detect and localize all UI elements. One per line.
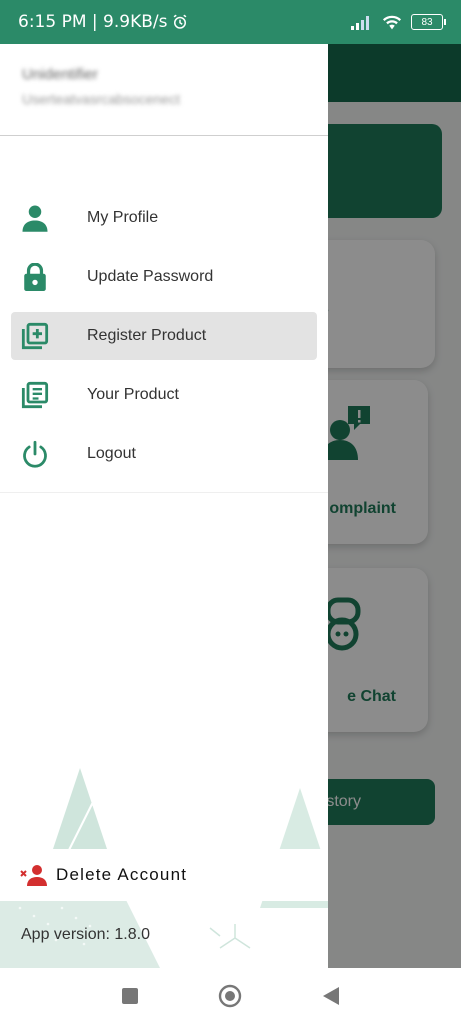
signal-icon <box>351 16 369 30</box>
back-triangle-icon <box>322 987 339 1005</box>
square-icon <box>122 988 139 1004</box>
status-bar: 6:15 PM | 9.9KB/s 83 <box>0 0 461 44</box>
alarm-icon <box>174 14 187 29</box>
delete-user-icon <box>20 865 47 886</box>
battery-level: 83 <box>421 16 433 28</box>
menu-item-my-profile[interactable]: My Profile <box>11 194 317 242</box>
menu-label: Your Product <box>87 386 179 403</box>
user-name: Unidentifier <box>22 66 98 83</box>
library-books-icon <box>11 371 59 419</box>
circle-icon <box>219 984 242 1008</box>
menu-label: Register Product <box>87 327 207 344</box>
lock-icon <box>11 253 59 301</box>
power-icon <box>11 430 59 478</box>
recents-button[interactable] <box>110 976 150 1016</box>
status-time: 6:15 PM | 9.9KB/s <box>18 12 168 32</box>
app-version: App version: 1.8.0 <box>21 926 150 943</box>
system-navigation-bar <box>0 968 461 1024</box>
menu-item-your-product[interactable]: Your Product <box>11 371 317 419</box>
person-icon <box>11 194 59 242</box>
user-header: Unidentifier Userteatvasrcabsocenect <box>0 44 328 136</box>
user-email: Userteatvasrcabsocenect <box>22 91 180 107</box>
home-button[interactable] <box>210 976 250 1016</box>
menu-item-update-password[interactable]: Update Password <box>11 253 317 301</box>
delete-account-label: Delete Account <box>56 865 188 884</box>
menu-label: My Profile <box>87 209 159 226</box>
navigation-drawer: Unidentifier Userteatvasrcabsocenect My … <box>0 44 328 968</box>
menu-label: Logout <box>87 445 136 462</box>
add-library-icon <box>11 312 59 360</box>
drawer-menu: My Profile Update Password Register Prod… <box>0 194 328 478</box>
delete-account-button[interactable]: Delete Account <box>0 849 328 901</box>
battery-icon: 83 <box>411 14 446 30</box>
back-button[interactable] <box>311 976 351 1016</box>
menu-item-logout[interactable]: Logout <box>11 430 317 478</box>
menu-divider <box>0 492 328 493</box>
menu-label: Update Password <box>87 268 214 285</box>
wifi-icon <box>382 15 402 30</box>
menu-item-register-product[interactable]: Register Product <box>11 312 317 360</box>
